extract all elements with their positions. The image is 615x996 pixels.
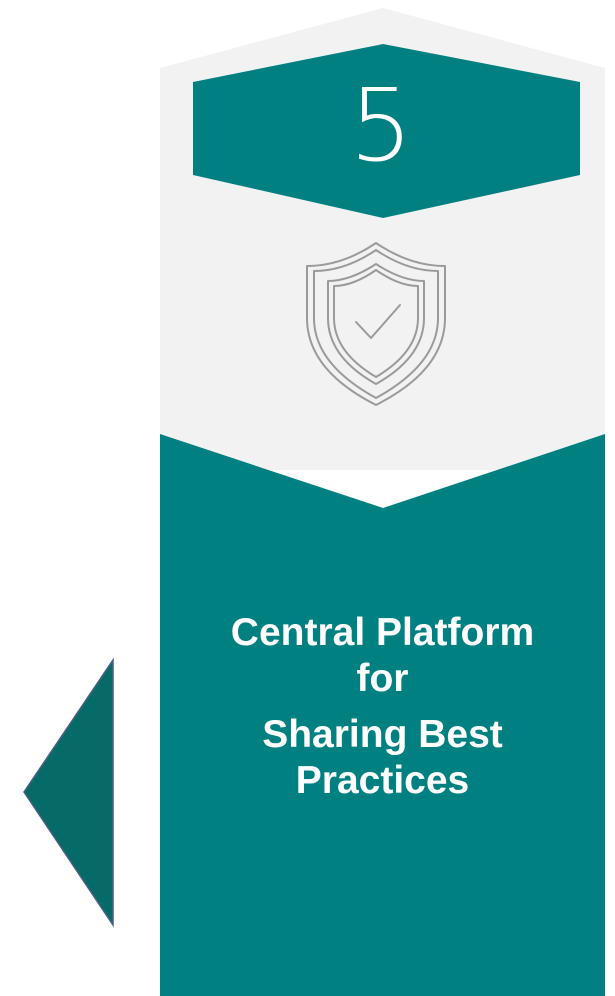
step-title-line-4: Practices [295, 759, 470, 802]
step-title-line-1: Central Platform [230, 611, 535, 654]
left-arrow [23, 657, 114, 928]
step-title-line-3: Sharing Best [262, 713, 503, 756]
step-title: Central Platform for Sharing Best Practi… [160, 610, 605, 804]
step-card-graphic: 5 [23, 8, 605, 996]
step-title-line-2: for [356, 657, 409, 700]
step-number: 5 [349, 67, 413, 184]
